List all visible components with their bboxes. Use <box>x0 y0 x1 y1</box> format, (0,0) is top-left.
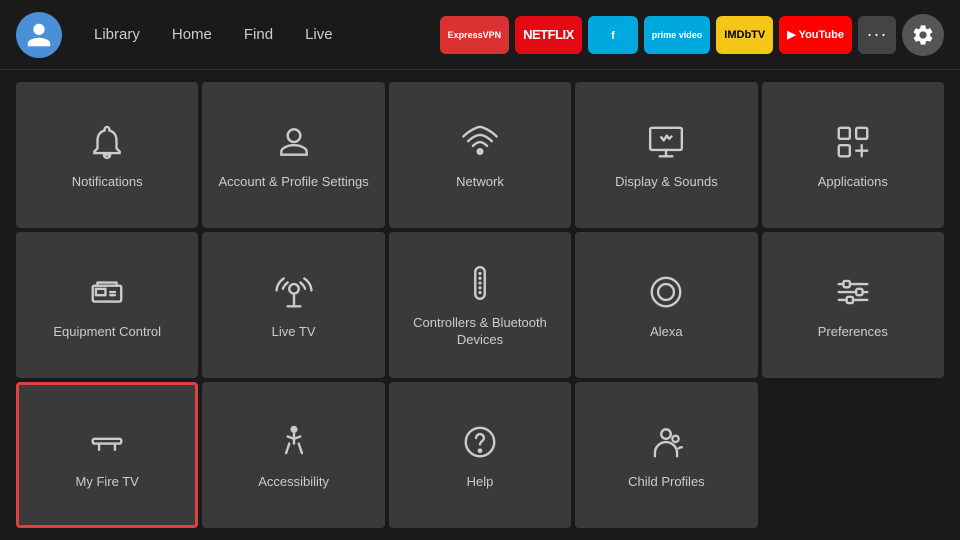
grid-item-live-tv[interactable]: Live TV <box>202 232 384 378</box>
display-sounds-label: Display & Sounds <box>615 174 718 191</box>
notifications-label: Notifications <box>72 174 143 191</box>
more-button[interactable]: ··· <box>858 16 896 54</box>
accessibility-icon <box>272 420 316 464</box>
account-label: Account & Profile Settings <box>218 174 368 191</box>
remote-icon <box>458 261 502 305</box>
equipment-control-label: Equipment Control <box>53 324 161 341</box>
bell-icon <box>85 120 129 164</box>
grid-item-notifications[interactable]: Notifications <box>16 82 198 228</box>
apps-icon <box>831 120 875 164</box>
app-imdb[interactable]: IMDbTV <box>716 16 773 54</box>
preferences-label: Preferences <box>818 324 888 341</box>
child-icon <box>644 420 688 464</box>
nav-links: Library Home Find Live <box>80 20 347 49</box>
grid-item-child-profiles[interactable]: Child Profiles <box>575 382 757 528</box>
app-primevideo[interactable]: prime video <box>644 16 711 54</box>
controllers-label: Controllers & Bluetooth Devices <box>397 315 563 349</box>
settings-button[interactable] <box>902 14 944 56</box>
grid-item-alexa[interactable]: Alexa <box>575 232 757 378</box>
grid-item-network[interactable]: Network <box>389 82 571 228</box>
nav-live[interactable]: Live <box>291 20 347 49</box>
svg-text:f: f <box>611 30 615 42</box>
grid-item-display-sounds[interactable]: Display & Sounds <box>575 82 757 228</box>
antenna-icon <box>272 270 316 314</box>
nav-home[interactable]: Home <box>158 20 226 49</box>
grid-item-controllers[interactable]: Controllers & Bluetooth Devices <box>389 232 571 378</box>
avatar[interactable] <box>16 12 62 58</box>
equipment-icon <box>85 270 129 314</box>
live-tv-label: Live TV <box>272 324 316 341</box>
help-icon <box>458 420 502 464</box>
nav-find[interactable]: Find <box>230 20 287 49</box>
applications-label: Applications <box>818 174 888 191</box>
network-label: Network <box>456 174 504 191</box>
sliders-icon <box>831 270 875 314</box>
settings-grid: Notifications Account & Profile Settings… <box>0 70 960 540</box>
app-youtube[interactable]: ▶ YouTube <box>779 16 852 54</box>
grid-item-account[interactable]: Account & Profile Settings <box>202 82 384 228</box>
app-icons: ExpressVPN NETFLIX f prime video IMDbTV … <box>440 14 944 56</box>
person-icon <box>272 120 316 164</box>
grid-item-accessibility[interactable]: Accessibility <box>202 382 384 528</box>
grid-item-help[interactable]: Help <box>389 382 571 528</box>
my-fire-tv-label: My Fire TV <box>76 474 139 491</box>
help-label: Help <box>467 474 494 491</box>
nav-library[interactable]: Library <box>80 20 154 49</box>
grid-item-my-fire-tv[interactable]: My Fire TV <box>16 382 198 528</box>
accessibility-label: Accessibility <box>258 474 329 491</box>
grid-item-applications[interactable]: Applications <box>762 82 944 228</box>
app-freevee[interactable]: f <box>588 16 638 54</box>
child-profiles-label: Child Profiles <box>628 474 705 491</box>
app-netflix[interactable]: NETFLIX <box>515 16 582 54</box>
grid-item-equipment-control[interactable]: Equipment Control <box>16 232 198 378</box>
alexa-icon <box>644 270 688 314</box>
grid-item-preferences[interactable]: Preferences <box>762 232 944 378</box>
display-icon <box>644 120 688 164</box>
alexa-label: Alexa <box>650 324 683 341</box>
app-expressvpn[interactable]: ExpressVPN <box>440 16 510 54</box>
firetv-icon <box>85 420 129 464</box>
topbar: Library Home Find Live ExpressVPN NETFLI… <box>0 0 960 70</box>
wifi-icon <box>458 120 502 164</box>
